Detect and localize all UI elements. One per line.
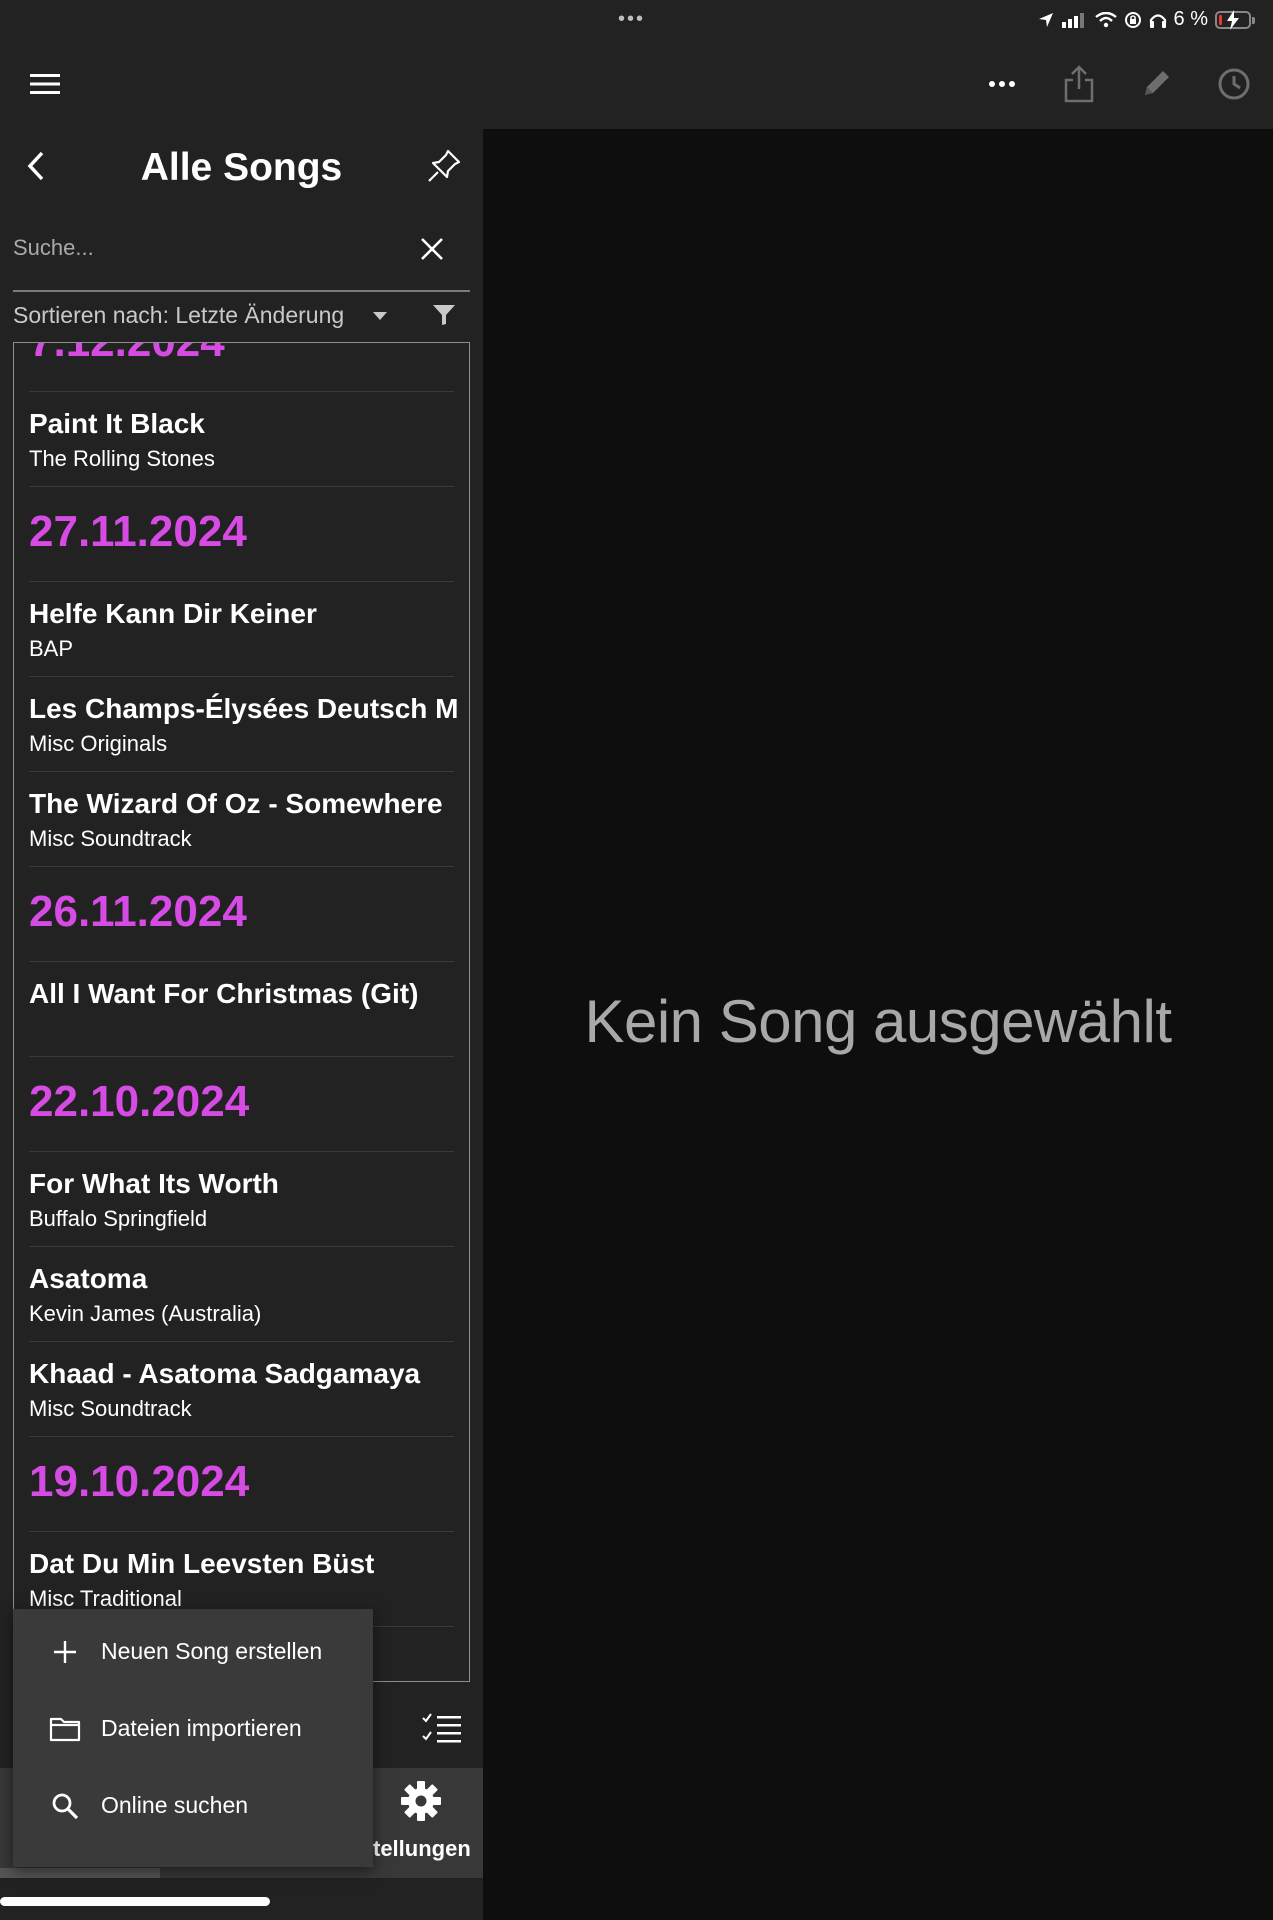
search-bar: [13, 218, 470, 292]
rotation-lock-icon: [1124, 11, 1141, 28]
song-detail-panel: Kein Song ausgewählt: [483, 129, 1273, 1920]
song-list[interactable]: 7.12.2024 Paint It Black The Rolling Stone…: [13, 342, 470, 1682]
tab-settings[interactable]: [360, 1780, 483, 1827]
more-horizontal-icon[interactable]: [986, 70, 1018, 98]
home-indicator[interactable]: [0, 1897, 270, 1906]
pencil-icon[interactable]: [1140, 66, 1174, 100]
menu-item-label: Dateien importieren: [101, 1715, 302, 1741]
song-title: Asatoma: [29, 1263, 148, 1294]
song-list-item[interactable]: Khaad - Asatoma Sadgamaya Misc Soundtrack: [29, 1342, 454, 1437]
song-artist: Misc Soundtrack: [29, 826, 192, 851]
date-label: 7.12.2024: [29, 343, 225, 367]
date-label: 22.10.2024: [29, 1077, 250, 1126]
status-bar: ••• 6 %: [0, 0, 1273, 40]
empty-state-message: Kein Song ausgewählt: [584, 988, 1172, 1055]
cellular-signal-icon: [1061, 12, 1084, 28]
sort-dropdown[interactable]: Sortieren nach: Letzte Änderung: [13, 302, 344, 329]
battery-percentage: 6 %: [1173, 8, 1208, 30]
search-icon: [43, 1792, 87, 1820]
song-title: Les Champs-Élysées Deutsch M: [29, 693, 459, 724]
create-menu-popup: Neuen Song erstellen Dateien importieren…: [13, 1609, 373, 1867]
date-header: 22.10.2024: [29, 1057, 454, 1152]
song-title: The Wizard Of Oz - Somewhere: [29, 788, 443, 819]
status-icons: 6 %: [1037, 8, 1255, 31]
song-list-item[interactable]: Paint It Black The Rolling Stones: [29, 392, 454, 487]
checklist-icon[interactable]: [420, 1710, 464, 1746]
clear-search-icon[interactable]: [419, 236, 445, 262]
plus-icon: [43, 1639, 87, 1665]
song-list-item[interactable]: The Wizard Of Oz - Somewhere Misc Soundtr…: [29, 772, 454, 867]
hamburger-menu-icon[interactable]: [28, 70, 62, 98]
tab-indicator: [0, 1868, 160, 1878]
date-label: 27.11.2024: [29, 507, 247, 556]
date-label: 19.10.2024: [29, 1457, 250, 1506]
song-list-item[interactable]: All I Want For Christmas (Git): [29, 962, 454, 1057]
song-title: Dat Du Min Leevsten Büst: [29, 1548, 375, 1579]
song-list-item[interactable]: Les Champs-Élysées Deutsch M Misc Origina…: [29, 677, 459, 772]
pin-icon[interactable]: [424, 146, 464, 186]
search-input[interactable]: [13, 228, 393, 268]
headphones-icon: [1149, 13, 1166, 28]
date-header: 19.10.2024: [29, 1437, 454, 1532]
song-title: Khaad - Asatoma Sadgamaya: [29, 1358, 421, 1389]
date-label: 26.11.2024: [29, 887, 247, 936]
song-title: Helfe Kann Dir Keiner: [29, 598, 317, 629]
song-artist: Misc Soundtrack: [29, 1396, 192, 1421]
menu-item-label: Online suchen: [101, 1792, 249, 1818]
song-title: Paint It Black: [29, 408, 205, 439]
battery-charging-icon: [1215, 9, 1255, 30]
location-arrow-icon: [1038, 12, 1053, 27]
multitasking-dots-icon[interactable]: •••: [618, 9, 645, 29]
panel-title: Alle Songs: [140, 146, 343, 189]
menu-item-import-files[interactable]: Dateien importieren: [13, 1690, 373, 1767]
sort-row: Sortieren nach: Letzte Änderung: [13, 298, 470, 334]
song-title: All I Want For Christmas (Git): [29, 978, 419, 1009]
date-header: 27.11.2024: [29, 487, 454, 582]
share-icon[interactable]: [1062, 64, 1096, 104]
menu-item-online-search[interactable]: Online suchen: [13, 1767, 373, 1844]
clock-icon[interactable]: [1216, 66, 1252, 102]
date-header: 26.11.2024: [29, 867, 454, 962]
song-list-item[interactable]: For What Its Worth Buffalo Springfield: [29, 1152, 454, 1247]
song-artist: The Rolling Stones: [29, 446, 215, 471]
tab-settings-label: tellungen: [373, 1836, 471, 1861]
song-artist: Buffalo Springfield: [29, 1206, 208, 1231]
song-artist: Misc Originals: [29, 731, 168, 756]
song-list-item[interactable]: Asatoma Kevin James (Australia): [29, 1247, 454, 1342]
song-artist: BAP: [29, 636, 74, 661]
song-title: For What Its Worth: [29, 1168, 279, 1199]
menu-item-new-song[interactable]: Neuen Song erstellen: [13, 1613, 373, 1690]
menu-item-label: Neuen Song erstellen: [101, 1638, 323, 1664]
wifi-icon: [1094, 11, 1117, 27]
date-header: 7.12.2024: [29, 343, 454, 392]
song-list-item[interactable]: Helfe Kann Dir Keiner BAP: [29, 582, 454, 677]
folder-icon: [43, 1716, 87, 1742]
gear-icon: [400, 1781, 441, 1821]
filter-icon[interactable]: [431, 302, 457, 328]
dropdown-caret-icon[interactable]: [371, 310, 389, 322]
song-artist: Kevin James (Australia): [29, 1301, 262, 1326]
